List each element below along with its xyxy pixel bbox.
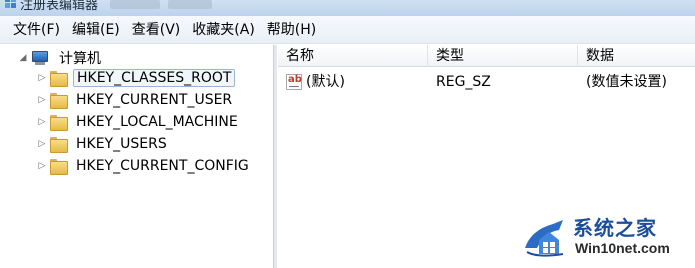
expand-arrow-icon[interactable]: ▷ <box>37 117 47 127</box>
collapse-arrow-icon[interactable]: ◢ <box>18 53 28 63</box>
regedit-app-icon <box>5 0 16 8</box>
string-value-icon: ab <box>286 74 302 90</box>
house-logo-icon <box>525 220 564 257</box>
watermark-url: Win10net.com <box>575 240 670 256</box>
value-data: (数值未设置) <box>586 74 667 90</box>
tree-node-label: HKEY_CLASSES_ROOT <box>73 69 236 87</box>
folder-icon <box>50 71 68 87</box>
menu-favorites[interactable]: 收藏夹(A) <box>186 18 261 42</box>
pane-splitter[interactable] <box>273 45 277 268</box>
registry-tree[interactable]: ◢ 计算机 ▷ HKEY_CLASSES_ROOT ▷ HKEY_CURRENT… <box>0 45 273 268</box>
folder-icon <box>50 93 68 109</box>
menu-view[interactable]: 查看(V) <box>126 18 187 42</box>
folder-icon <box>50 115 68 131</box>
title-bar: 注册表编辑器 <box>0 0 695 16</box>
tree-node-hkcc[interactable]: ▷ HKEY_CURRENT_CONFIG <box>37 156 252 176</box>
value-name: (默认) <box>306 74 345 90</box>
blurred-toolbar-item <box>110 0 160 9</box>
tree-node-label: HKEY_USERS <box>76 136 167 152</box>
expand-arrow-icon[interactable]: ▷ <box>37 95 47 105</box>
tree-node-hklm[interactable]: ▷ HKEY_LOCAL_MACHINE <box>37 112 241 132</box>
tree-node-hkcu[interactable]: ▷ HKEY_CURRENT_USER <box>37 90 235 110</box>
tree-node-label: 计算机 <box>59 51 101 67</box>
menu-bar: 文件(F) 编辑(E) 查看(V) 收藏夹(A) 帮助(H) <box>0 16 695 44</box>
window-title: 注册表编辑器 <box>20 0 99 13</box>
tree-node-hkcr[interactable]: ▷ HKEY_CLASSES_ROOT <box>37 68 236 88</box>
folder-icon <box>50 159 68 175</box>
menu-file[interactable]: 文件(F) <box>7 18 66 42</box>
watermark-brand: 系统之家 <box>573 216 657 240</box>
expand-arrow-icon[interactable]: ▷ <box>37 73 47 83</box>
tree-node-label: HKEY_LOCAL_MACHINE <box>76 114 238 130</box>
tree-node-label: HKEY_CURRENT_CONFIG <box>76 158 249 174</box>
column-header-name[interactable]: 名称 <box>278 45 428 67</box>
expand-arrow-icon[interactable]: ▷ <box>37 161 47 171</box>
watermark: 系统之家 Win10net.com <box>523 212 689 262</box>
computer-icon <box>31 50 49 66</box>
list-item[interactable]: ab (默认) REG_SZ (数值未设置) <box>278 71 695 93</box>
tree-node-computer[interactable]: ◢ 计算机 <box>18 48 104 68</box>
expand-arrow-icon[interactable]: ▷ <box>37 139 47 149</box>
tree-node-label: HKEY_CURRENT_USER <box>76 92 233 108</box>
menu-edit[interactable]: 编辑(E) <box>66 18 126 42</box>
folder-icon <box>50 137 68 153</box>
menu-help[interactable]: 帮助(H) <box>261 18 322 42</box>
blurred-toolbar-item <box>168 0 212 9</box>
list-header: 名称 类型 数据 <box>278 45 695 67</box>
tree-node-hku[interactable]: ▷ HKEY_USERS <box>37 134 170 154</box>
value-type: REG_SZ <box>436 74 491 90</box>
column-header-type[interactable]: 类型 <box>428 45 578 67</box>
column-header-data[interactable]: 数据 <box>578 45 695 67</box>
